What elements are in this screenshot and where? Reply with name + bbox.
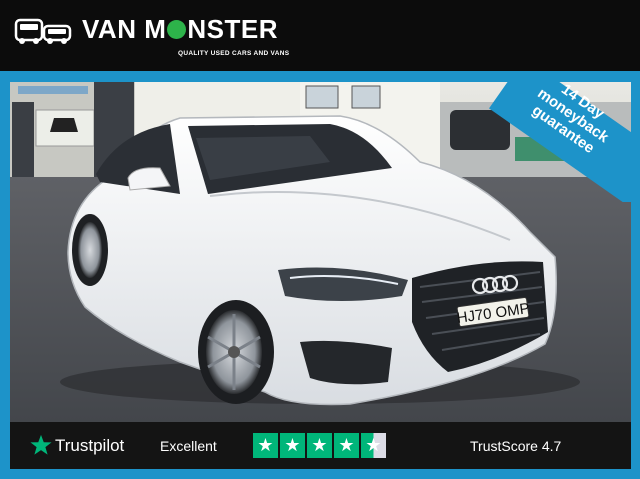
trustpilot-label: Trustpilot <box>55 436 125 455</box>
star-box-5: ★ <box>361 433 386 458</box>
star-box-4: ★ <box>334 433 359 458</box>
brand-tagline: QUALITY USED CARS AND VANS <box>178 50 290 57</box>
star-box-3: ★ <box>307 433 332 458</box>
star-box-1: ★ <box>253 433 278 458</box>
star-icon <box>30 434 52 455</box>
rating-text: Excellent <box>160 438 217 454</box>
brand-name: VAN M NSTER <box>82 14 278 45</box>
vehicle-photo[interactable]: HJ70 OMP <box>10 82 631 422</box>
monster-o-badge <box>167 20 187 39</box>
van-icon <box>14 18 72 44</box>
brand-name-start: VAN M <box>82 14 167 44</box>
trust-score: TrustScore 4.7 <box>470 438 562 454</box>
trustpilot-bar[interactable]: Trustpilot Excellent ★ ★ ★ ★ ★ TrustScor… <box>10 422 631 469</box>
top-bar: VAN M NSTER QUALITY USED CARS AND VANS <box>0 0 640 71</box>
star-box-2: ★ <box>280 433 305 458</box>
brand-name-end: NSTER <box>187 14 278 44</box>
van-monster-logo[interactable]: VAN M NSTER QUALITY USED CARS AND VANS <box>14 14 304 64</box>
car-photo-illustration: HJ70 OMP <box>10 82 631 422</box>
star-rating: ★ ★ ★ ★ ★ <box>253 433 386 458</box>
